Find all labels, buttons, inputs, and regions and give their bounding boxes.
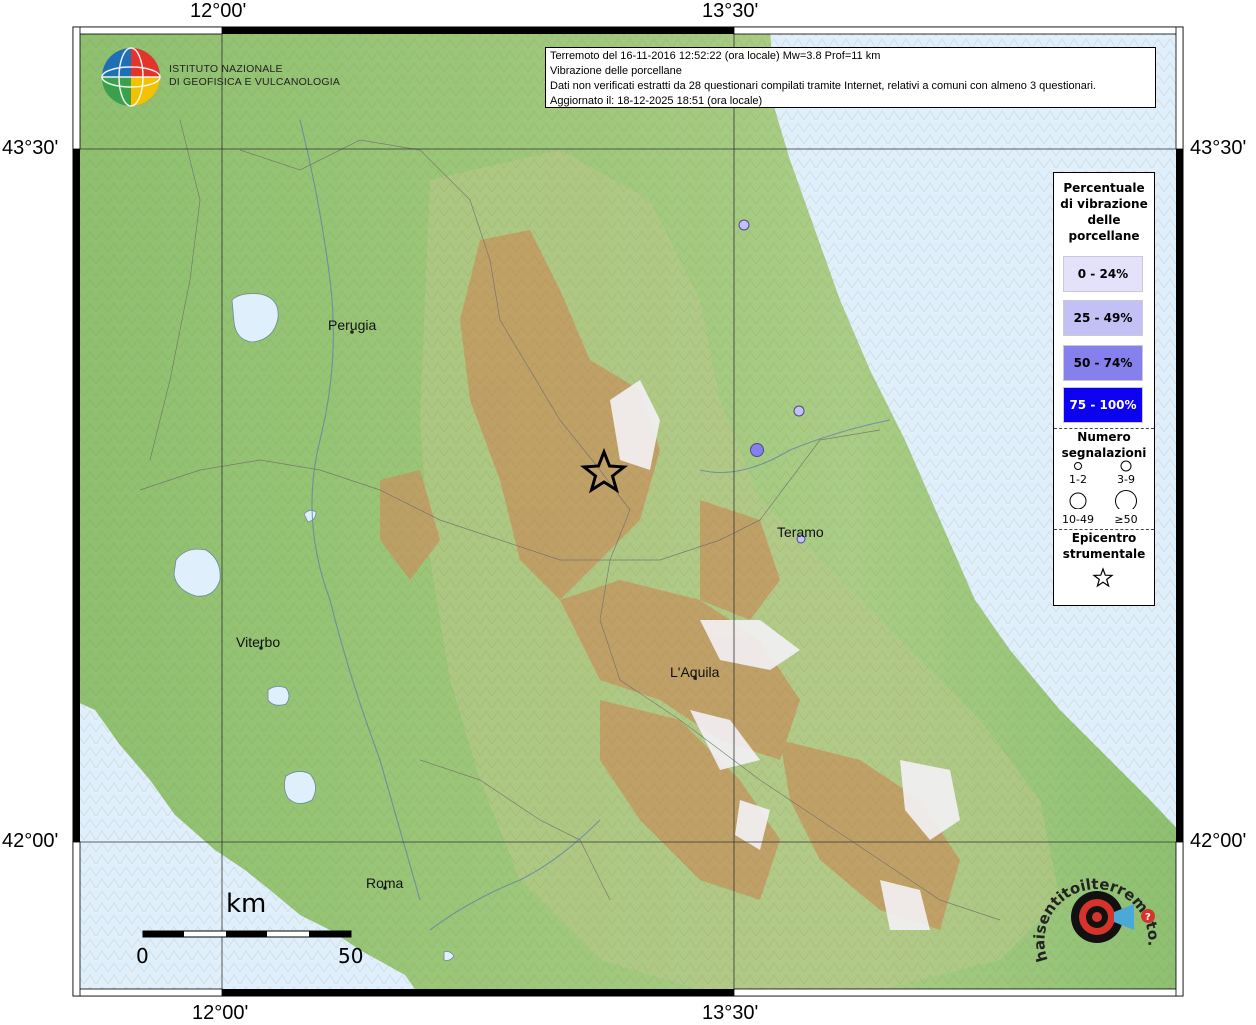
axis-label-right-bottom: 42°00' [1190,830,1247,852]
observation-point [793,405,805,417]
city-label-teramo: Teramo [777,524,824,540]
event-info-line-4: Aggiornato il: 18-12-2025 18:51 (ora loc… [550,95,763,107]
axis-label-bottom-right: 13°30' [702,1002,759,1024]
event-info-line-2: Vibrazione delle porcellane [550,65,682,77]
event-info-line-1: Terremoto del 16-11-2016 12:52:22 (ora l… [550,50,881,62]
ingv-logo-globe [101,47,161,107]
ingv-logo-text: ISTITUTO NAZIONALE DI GEOFISICA E VULCAN… [169,63,340,89]
legend-size-10-49: 10-49 [1062,513,1094,526]
scale-unit: km [226,889,267,919]
city-label-roma: Roma [366,875,404,891]
legend-count-title: Numero segnalazioni [1061,430,1147,460]
scale-min: 0 [136,944,149,968]
legend-title: Percentuale di vibrazione delle porcella… [1060,181,1148,243]
legend-size-50plus: ≥50 [1114,513,1138,526]
svg-text:?: ? [1145,912,1151,923]
axis-label-bottom-left: 12°00' [192,1002,249,1024]
axis-label-top-right: 13°30' [702,0,759,22]
relief-texture [73,27,1183,996]
logo-line-2: DI GEOFISICA E VULCANOLOGIA [169,76,341,88]
logo-line-1: ISTITUTO NAZIONALE [169,63,283,75]
city-label-viterbo: Viterbo [236,634,281,650]
lake-vico [267,686,290,706]
legend-bin-0: 0 - 24% [1063,256,1143,292]
axis-label-left-bottom: 42°00' [2,830,59,852]
lake-bracciano [284,771,316,804]
legend-bin-3: 75 - 100% [1063,387,1143,423]
event-info-line-3: Dati non verificati estratti da 28 quest… [550,80,1096,92]
legend-bin-1: 25 - 49% [1063,300,1143,336]
legend-star-icon [1092,567,1114,588]
city-label-perugia: Perugia [328,317,377,333]
axis-label-left-top: 43°30' [2,137,59,159]
axis-label-right-top: 43°30' [1190,137,1247,159]
event-info-box: Terremoto del 16-11-2016 12:52:22 (ora l… [545,47,1156,108]
haisentito-logo: haisentitoilterremoto.it ? [1030,860,1163,964]
legend-size-3-9: 3-9 [1117,473,1135,486]
scale-max: 50 [338,944,364,968]
scale-bar [142,930,352,938]
legend-size-1-2: 1-2 [1069,473,1087,486]
observation-point [738,219,750,231]
legend-bin-2: 50 - 74% [1063,345,1143,381]
city-label-laquila: L'Aquila [670,664,720,680]
axis-label-top-left: 12°00' [190,0,247,22]
legend: Percentuale di vibrazione delle porcella… [1053,172,1155,606]
observation-point [750,443,764,457]
legend-epicenter-title: Epicentro strumentale [1062,531,1146,561]
